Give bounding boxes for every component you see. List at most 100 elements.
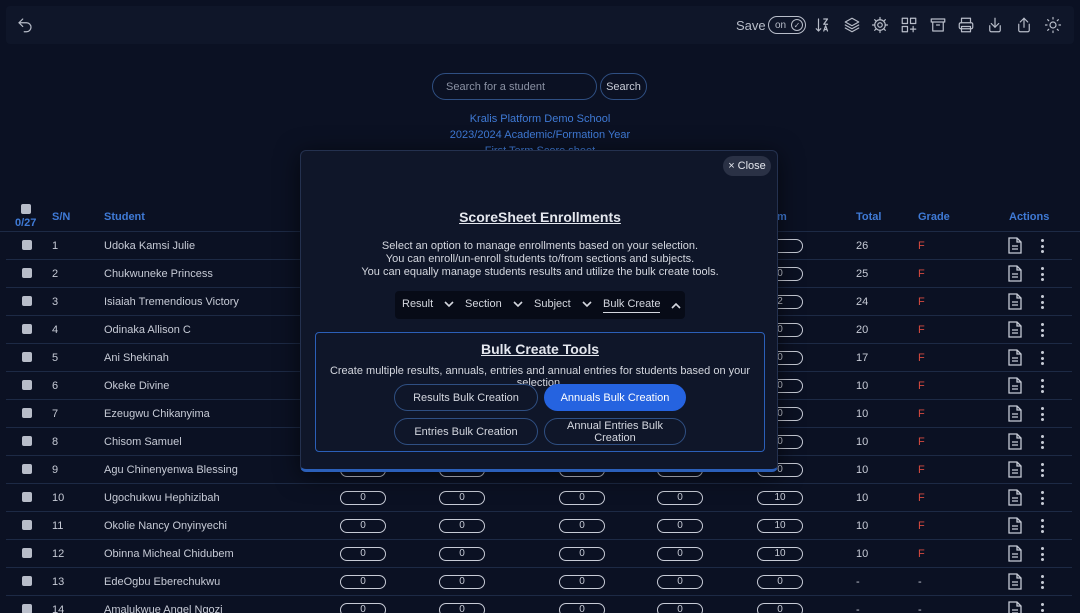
more-options-icon[interactable] (1040, 407, 1044, 421)
score-input[interactable]: 0 (439, 575, 485, 589)
tab-bulk-create[interactable]: Bulk Create (603, 298, 682, 313)
student-name[interactable]: Ugochukwu Hephizibah (104, 492, 220, 504)
student-name[interactable]: Odinaka Allison C (104, 324, 191, 336)
row-checkbox[interactable] (22, 604, 32, 613)
autosave-toggle[interactable]: on ✓ (768, 16, 806, 34)
score-input[interactable]: 0 (559, 575, 605, 589)
score-input[interactable]: 0 (439, 491, 485, 505)
row-checkbox[interactable] (22, 296, 32, 306)
more-options-icon[interactable] (1040, 239, 1044, 253)
academic-year-link[interactable]: 2023/2024 Academic/Formation Year (0, 129, 1080, 141)
more-options-icon[interactable] (1040, 575, 1044, 589)
download-icon[interactable] (985, 15, 1005, 35)
report-document-icon[interactable] (1008, 433, 1022, 450)
student-name[interactable]: Okeke Divine (104, 380, 169, 392)
student-name[interactable]: Udoka Kamsi Julie (104, 240, 195, 252)
score-input[interactable]: 0 (559, 519, 605, 533)
student-name[interactable]: Ezeugwu Chikanyima (104, 408, 210, 420)
score-input[interactable]: 10 (757, 547, 803, 561)
score-input[interactable]: 0 (340, 575, 386, 589)
score-input[interactable]: 0 (657, 603, 703, 613)
report-document-icon[interactable] (1008, 237, 1022, 254)
report-document-icon[interactable] (1008, 349, 1022, 366)
score-input[interactable]: 0 (340, 491, 386, 505)
row-checkbox[interactable] (22, 492, 32, 502)
add-widget-icon[interactable] (899, 15, 919, 35)
score-input[interactable]: 0 (757, 603, 803, 613)
row-checkbox[interactable] (22, 436, 32, 446)
share-icon[interactable] (1014, 15, 1034, 35)
report-document-icon[interactable] (1008, 405, 1022, 422)
report-document-icon[interactable] (1008, 265, 1022, 282)
row-checkbox[interactable] (22, 268, 32, 278)
close-button[interactable]: × Close (723, 156, 771, 176)
select-all-checkbox[interactable] (21, 204, 31, 214)
score-input[interactable]: 0 (340, 603, 386, 613)
search-button[interactable]: Search (600, 73, 647, 100)
row-checkbox[interactable] (22, 576, 32, 586)
row-checkbox[interactable] (22, 548, 32, 558)
more-options-icon[interactable] (1040, 351, 1044, 365)
more-options-icon[interactable] (1040, 435, 1044, 449)
row-checkbox[interactable] (22, 380, 32, 390)
score-input[interactable]: 0 (340, 547, 386, 561)
report-document-icon[interactable] (1008, 573, 1022, 590)
score-input[interactable]: 0 (559, 603, 605, 613)
student-name[interactable]: Chukwuneke Princess (104, 268, 213, 280)
header-grade[interactable]: Grade (918, 211, 950, 223)
more-options-icon[interactable] (1040, 323, 1044, 337)
row-checkbox[interactable] (22, 408, 32, 418)
student-name[interactable]: Ani Shekinah (104, 352, 169, 364)
printer-icon[interactable] (956, 15, 976, 35)
report-document-icon[interactable] (1008, 377, 1022, 394)
student-name[interactable]: Agu Chinenyenwa Blessing (104, 464, 238, 476)
more-options-icon[interactable] (1040, 463, 1044, 477)
report-document-icon[interactable] (1008, 601, 1022, 613)
row-checkbox[interactable] (22, 520, 32, 530)
score-input[interactable]: 0 (657, 575, 703, 589)
row-checkbox[interactable] (22, 352, 32, 362)
score-input[interactable]: 0 (559, 547, 605, 561)
score-input[interactable]: 0 (657, 519, 703, 533)
more-options-icon[interactable] (1040, 295, 1044, 309)
header-sn[interactable]: S/N (52, 211, 70, 223)
student-name[interactable]: Okolie Nancy Onyinyechi (104, 520, 227, 532)
undo-icon[interactable] (15, 15, 35, 35)
header-student[interactable]: Student (104, 211, 145, 223)
student-name[interactable]: Amalukwue Angel Ngozi (104, 604, 223, 613)
entries-bulk-creation-button[interactable]: Entries Bulk Creation (394, 418, 538, 445)
score-input[interactable]: 0 (657, 547, 703, 561)
score-input[interactable]: 0 (757, 575, 803, 589)
archive-icon[interactable] (928, 15, 948, 35)
student-name[interactable]: Chisom Samuel (104, 436, 182, 448)
annuals-bulk-creation-button[interactable]: Annuals Bulk Creation (544, 384, 686, 411)
sun-icon[interactable] (1043, 15, 1063, 35)
score-input[interactable]: 0 (439, 547, 485, 561)
school-name-link[interactable]: Kralis Platform Demo School (0, 113, 1080, 125)
student-name[interactable]: EdeOgbu Eberechukwu (104, 576, 220, 588)
more-options-icon[interactable] (1040, 267, 1044, 281)
search-input[interactable] (432, 73, 597, 100)
score-input[interactable]: 0 (439, 519, 485, 533)
tab-result[interactable]: Result (402, 298, 455, 310)
row-checkbox[interactable] (22, 240, 32, 250)
gear-icon[interactable] (870, 15, 890, 35)
report-document-icon[interactable] (1008, 321, 1022, 338)
tab-subject[interactable]: Subject (534, 298, 593, 310)
more-options-icon[interactable] (1040, 379, 1044, 393)
report-document-icon[interactable] (1008, 489, 1022, 506)
student-name[interactable]: Isiaiah Tremendious Victory (104, 296, 239, 308)
row-checkbox[interactable] (22, 324, 32, 334)
score-input[interactable]: 0 (439, 603, 485, 613)
report-document-icon[interactable] (1008, 545, 1022, 562)
sort-icon[interactable] (813, 15, 833, 35)
row-checkbox[interactable] (22, 464, 32, 474)
score-input[interactable]: 10 (757, 519, 803, 533)
score-input[interactable]: 0 (657, 491, 703, 505)
score-input[interactable]: 0 (559, 491, 605, 505)
more-options-icon[interactable] (1040, 519, 1044, 533)
score-input[interactable]: 10 (757, 491, 803, 505)
report-document-icon[interactable] (1008, 517, 1022, 534)
more-options-icon[interactable] (1040, 603, 1044, 613)
more-options-icon[interactable] (1040, 491, 1044, 505)
